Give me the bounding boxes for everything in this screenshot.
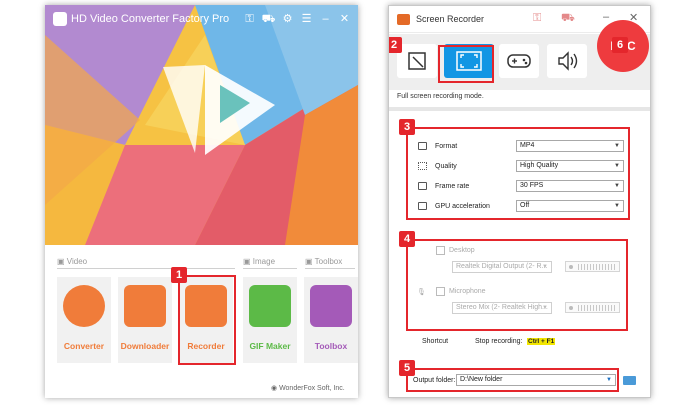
download-icon <box>124 285 166 327</box>
cart-icon[interactable]: ⛟ <box>261 12 276 26</box>
section-video: ▣ Video <box>57 257 88 266</box>
toolbox-icon <box>310 285 352 327</box>
tile-downloader[interactable]: Downloader <box>118 277 172 363</box>
section-divider <box>57 268 235 269</box>
main-titlebar: HD Video Converter Factory Pro ⚿ ⛟ ⚙ ☰ –… <box>45 5 358 33</box>
menu-icon[interactable]: ☰ <box>299 12 314 26</box>
speaker-icon <box>558 51 578 71</box>
highlight-fullscreen <box>438 45 494 83</box>
region-mode-button[interactable] <box>397 44 437 78</box>
recorder-title: Screen Recorder <box>416 14 485 24</box>
main-window: HD Video Converter Factory Pro ⚿ ⛟ ⚙ ☰ –… <box>45 5 358 398</box>
recorder-window: Screen Recorder ⚿ ⛟ – ✕ REC 2 6 Full scr… <box>388 5 651 398</box>
tile-label: Toolbox <box>314 341 348 351</box>
app-title: HD Video Converter Factory Pro <box>71 13 230 25</box>
callout-2: 2 <box>389 37 402 53</box>
stop-hotkey[interactable]: Ctrl + F1 <box>527 338 556 345</box>
section-toolbox: ▣ Toolbox <box>305 257 343 266</box>
gamepad-icon <box>507 54 531 68</box>
key-icon[interactable]: ⚿ <box>242 12 257 26</box>
game-mode-button[interactable] <box>499 44 539 78</box>
mode-description: Full screen recording mode. <box>397 93 484 100</box>
section-divider <box>305 268 355 269</box>
minimize-icon[interactable]: – <box>603 11 609 23</box>
stop-recording-label: Stop recording: <box>475 338 523 345</box>
tile-label: Converter <box>63 341 105 351</box>
film-icon <box>63 285 105 327</box>
tile-toolbox[interactable]: Toolbox <box>304 277 358 363</box>
divider <box>389 107 650 111</box>
app-logo-icon <box>53 12 67 26</box>
settings-icon[interactable]: ⚙ <box>280 12 295 26</box>
callout-1: 1 <box>171 267 187 283</box>
tile-label: GIF Maker <box>249 341 291 351</box>
callout-4: 4 <box>399 231 415 247</box>
key-icon[interactable]: ⚿ <box>533 12 541 25</box>
image-icon <box>249 285 291 327</box>
background-art <box>45 5 358 245</box>
recorder-logo-icon <box>397 14 410 25</box>
callout-3: 3 <box>399 119 415 135</box>
highlight-recorder <box>178 275 236 365</box>
footer-brand: ◉ WonderFox Soft, Inc. <box>271 385 345 392</box>
callout-5: 5 <box>399 360 415 376</box>
tile-label: Downloader <box>120 341 170 351</box>
highlight-output <box>406 368 619 392</box>
cart-icon[interactable]: ⛟ <box>561 12 575 26</box>
section-divider <box>243 268 297 269</box>
highlight-video-settings <box>406 127 630 220</box>
audio-mode-button[interactable] <box>547 44 587 78</box>
tile-converter[interactable]: Converter <box>57 277 111 363</box>
callout-6: 6 <box>612 37 628 53</box>
folder-open-icon[interactable] <box>623 376 636 385</box>
region-select-icon <box>408 52 426 70</box>
minimize-icon[interactable]: – <box>318 12 333 26</box>
shortcut-label: Shortcut <box>422 338 449 345</box>
tile-gif-maker[interactable]: GIF Maker <box>243 277 297 363</box>
section-image: ▣ Image <box>243 257 276 266</box>
titlebar-controls: ⚿ ⛟ ⚙ ☰ – ✕ <box>242 12 352 26</box>
highlight-audio <box>406 239 628 331</box>
close-icon[interactable]: ✕ <box>337 12 352 26</box>
